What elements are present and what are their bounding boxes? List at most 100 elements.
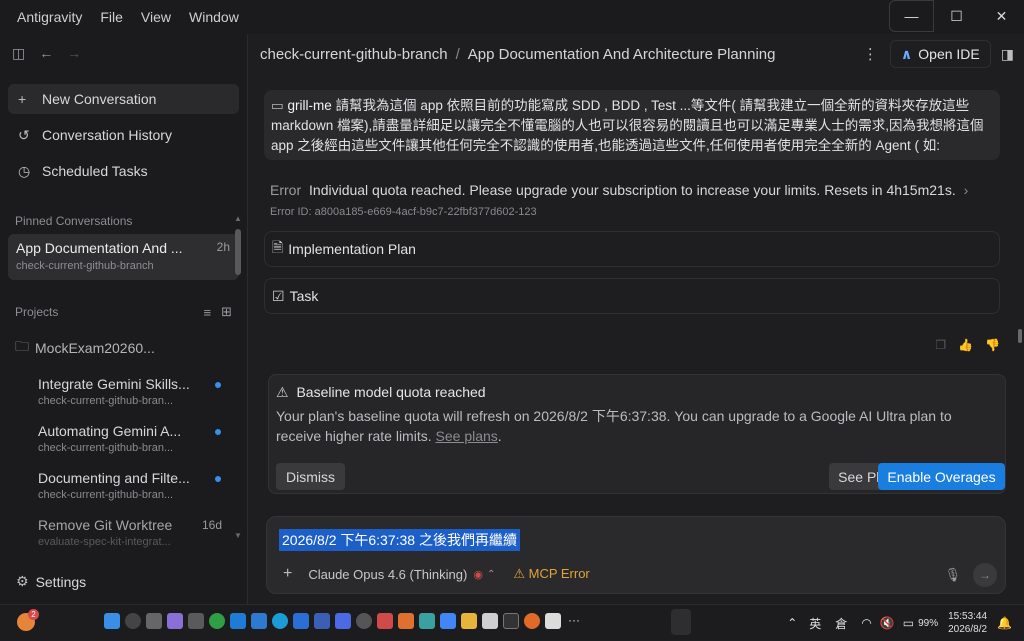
project-conversation-item[interactable]: Automating Gemini A... check-current-git… xyxy=(38,423,237,463)
pinned-conversation[interactable]: App Documentation And ... check-current-… xyxy=(8,234,239,280)
antigravity-logo-icon: ∧ xyxy=(900,45,913,62)
unread-dot-icon xyxy=(215,429,221,435)
app-icon[interactable] xyxy=(230,613,246,629)
send-button[interactable]: → xyxy=(973,563,997,587)
implementation-plan-card[interactable]: 🗎 Implementation Plan xyxy=(264,231,1000,267)
toggle-sidebar-icon[interactable]: ◫ xyxy=(12,45,25,62)
app-icon[interactable] xyxy=(419,613,435,629)
firefox-icon[interactable] xyxy=(524,613,540,629)
chrome-icon[interactable] xyxy=(209,613,225,629)
model-selector[interactable]: Claude Opus 4.6 (Thinking) xyxy=(308,567,467,582)
app-icon[interactable] xyxy=(482,613,498,629)
breadcrumb: check-current-github-branch / App Docume… xyxy=(248,34,1024,74)
active-app-highlight xyxy=(671,609,691,635)
file-explorer-icon[interactable] xyxy=(461,613,477,629)
antigravity-taskbar-icon[interactable] xyxy=(545,613,561,629)
conversation-history-label: Conversation History xyxy=(42,127,172,143)
app-icon[interactable] xyxy=(293,613,309,629)
store-icon[interactable] xyxy=(188,613,204,629)
ime-mode-indicator[interactable]: 倉 xyxy=(835,615,847,632)
notification-bell-icon[interactable]: 🔔 xyxy=(997,616,1012,630)
google-icon[interactable] xyxy=(440,613,456,629)
composer-input[interactable]: 2026/8/2 下午6:37:38 之後我們再繼續 xyxy=(279,529,520,551)
project-conversation-item[interactable]: Remove Git Worktree evaluate-spec-kit-in… xyxy=(38,517,237,557)
alert-message-icon: ⚠ xyxy=(276,384,289,400)
project-conversation-title: Documenting and Filte... xyxy=(38,470,190,486)
sidebar-scrollbar[interactable] xyxy=(235,229,241,275)
minimize-button[interactable]: — xyxy=(889,0,934,32)
add-context-icon[interactable]: + xyxy=(283,565,292,583)
project-conversation-item[interactable]: Integrate Gemini Skills... check-current… xyxy=(38,376,237,416)
conversation-history-button[interactable]: ↺ Conversation History xyxy=(8,120,239,150)
chatgpt-icon[interactable] xyxy=(356,613,372,629)
error-label: Error xyxy=(270,182,302,198)
terminal-icon[interactable] xyxy=(503,613,519,629)
toggle-panel-icon[interactable]: ◨ xyxy=(1001,46,1014,63)
back-arrow-icon[interactable]: ← xyxy=(39,45,53,61)
new-conversation-label: New Conversation xyxy=(42,91,157,107)
project-folder-label: MockExam20260... xyxy=(35,340,155,356)
thumbs-down-icon[interactable]: 👎 xyxy=(985,338,1000,352)
project-folder[interactable]: 🗀 MockExam20260... xyxy=(15,336,232,360)
clock-icon: ◷ xyxy=(18,162,31,179)
settings-button[interactable]: ⚙ Settings xyxy=(16,573,86,590)
forward-arrow-icon[interactable]: → xyxy=(67,45,81,61)
chevron-up-icon[interactable]: ⌃ xyxy=(487,569,495,580)
error-message[interactable]: Error Individual quota reached. Please u… xyxy=(270,182,968,198)
edge-icon[interactable] xyxy=(272,613,288,629)
open-ide-label: Open IDE xyxy=(918,46,980,62)
filter-icon[interactable]: ≡ xyxy=(204,305,212,320)
thumbs-up-icon[interactable]: 👍 xyxy=(958,338,973,352)
app-icon[interactable] xyxy=(251,613,267,629)
menu-view[interactable]: View xyxy=(141,9,171,25)
menu-window[interactable]: Window xyxy=(189,9,239,25)
menu-file[interactable]: File xyxy=(100,9,123,25)
system-tray: ⌃ 英 倉 ◠ 🔇 ▭ 99% 15:53:44 2026/8/2 🔔 xyxy=(787,605,1012,641)
app-icon[interactable] xyxy=(314,613,330,629)
chevron-up-icon[interactable]: ⌃ xyxy=(787,616,797,630)
window-controls: — ☐ ✕ xyxy=(889,0,1024,34)
scroll-up-icon[interactable]: ▲ xyxy=(234,214,242,223)
taskbar: 2 ··· ⌃ 英 倉 ◠ 🔇 ▭ 99% 15:53:44 2026/8/2 … xyxy=(0,604,1024,640)
wifi-icon[interactable]: ◠ xyxy=(861,616,871,630)
mcp-error-indicator[interactable]: ⚠ MCP Error xyxy=(513,566,589,582)
ime-indicator[interactable]: 英 xyxy=(809,615,821,632)
clock-time: 15:53:44 xyxy=(948,611,988,622)
microphone-icon[interactable]: 🎙 xyxy=(944,567,961,583)
scheduled-tasks-button[interactable]: ◷ Scheduled Tasks xyxy=(8,156,239,186)
clock[interactable]: 15:53:44 2026/8/2 xyxy=(948,610,987,636)
enable-overages-button[interactable]: Enable Overages xyxy=(878,463,1005,490)
app-window: Antigravity File View Window — ☐ ✕ ◫ ← →… xyxy=(0,0,1024,604)
dismiss-button[interactable]: Dismiss xyxy=(276,463,345,490)
close-button[interactable]: ✕ xyxy=(979,0,1024,32)
open-ide-button[interactable]: ∧ Open IDE xyxy=(889,40,991,68)
menu-antigravity[interactable]: Antigravity xyxy=(17,9,82,25)
volume-muted-icon[interactable]: 🔇 xyxy=(880,616,895,630)
copilot-icon[interactable] xyxy=(167,613,183,629)
maximize-button[interactable]: ☐ xyxy=(934,0,979,32)
app-icon[interactable] xyxy=(335,613,351,629)
unread-dot-icon xyxy=(215,476,221,482)
project-conversation-item[interactable]: Documenting and Filte... check-current-g… xyxy=(38,470,237,510)
new-conversation-button[interactable]: + New Conversation xyxy=(8,84,239,114)
task-view-icon[interactable] xyxy=(146,613,162,629)
copy-icon[interactable]: ❐ xyxy=(935,338,946,352)
battery-icon[interactable]: ▭ xyxy=(903,616,914,630)
more-options-icon[interactable]: ⋮ xyxy=(863,45,878,63)
breadcrumb-repo[interactable]: check-current-github-branch xyxy=(260,46,448,63)
app-icon[interactable] xyxy=(398,613,414,629)
search-icon[interactable] xyxy=(125,613,141,629)
app-icon[interactable] xyxy=(377,613,393,629)
task-card[interactable]: ☑ Task xyxy=(264,278,1000,314)
main-panel: check-current-github-branch / App Docume… xyxy=(248,34,1024,604)
see-plans-link[interactable]: See plans xyxy=(436,428,498,444)
new-folder-icon[interactable]: ⊞ xyxy=(221,304,232,320)
project-conversation-title: Integrate Gemini Skills... xyxy=(38,376,190,392)
sidebar-toolbar: ◫ ← → xyxy=(0,34,247,72)
scroll-down-icon[interactable]: ▼ xyxy=(234,531,242,540)
pinned-conversation-time: 2h xyxy=(216,240,230,254)
message-composer[interactable]: 2026/8/2 下午6:37:38 之後我們再繼續 + Claude Opus… xyxy=(266,516,1006,594)
main-scrollbar[interactable] xyxy=(1018,329,1022,343)
start-icon[interactable] xyxy=(104,613,120,629)
more-apps-icon[interactable]: ··· xyxy=(566,613,582,629)
